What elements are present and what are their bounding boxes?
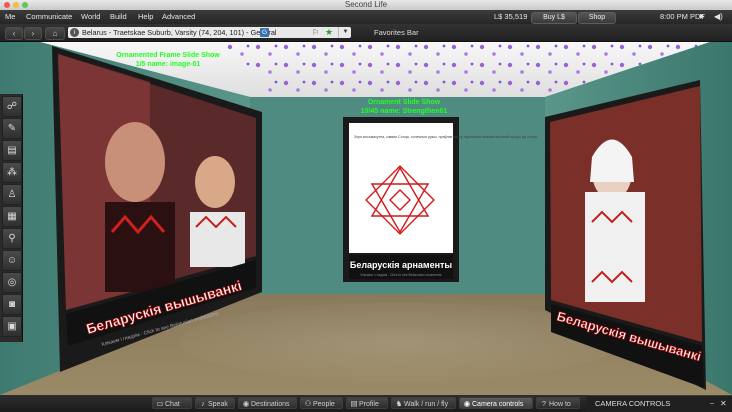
shop-button[interactable]: Shop xyxy=(578,12,616,24)
menu-advanced[interactable]: Advanced xyxy=(162,10,195,24)
location-text[interactable]: Belarus - Traetskae Suburb, Varsity (74,… xyxy=(82,27,277,38)
info-icon[interactable]: i xyxy=(70,28,79,37)
people-icon: ⚇ xyxy=(304,399,312,408)
clock: 8:00 PM PDT xyxy=(660,12,706,21)
notice-icon[interactable]: ▣ xyxy=(2,316,22,337)
left-toolbar: ☍ ✎ ▤ ⁂ ♙ ▦ ⚲ ☺ ◎ ◙ ▣ xyxy=(0,94,23,342)
close-panel-icon[interactable]: ✕ xyxy=(720,396,727,412)
zoom-window-icon[interactable] xyxy=(22,2,28,8)
snapshot-icon[interactable]: ◙ xyxy=(2,294,22,315)
center-panel-text: Зоря восьмикутна, сімвал Сонца, сонечныя… xyxy=(354,135,538,139)
walk-run-fly-button[interactable]: ♞ Walk / run / fly xyxy=(391,397,456,409)
camera-controls-button[interactable]: ◉ Camera controls xyxy=(459,397,533,409)
hover-text-center-title: Ornament Slide Show xyxy=(368,99,441,106)
map-icon[interactable]: ▤ xyxy=(2,140,22,161)
hover-text-left-sub: 1/5 name: image-01 xyxy=(136,61,201,68)
world-viewport[interactable]: Беларускія вышыванкі Клікаем і глядзім -… xyxy=(0,42,732,395)
gesture-icon[interactable]: ☍ xyxy=(2,96,22,117)
pin-icon[interactable]: ✎ xyxy=(2,118,22,139)
close-window-icon[interactable] xyxy=(4,2,10,8)
eye-icon: ◉ xyxy=(463,399,471,408)
hover-text-center-sub: 10/45 name: Strengthen01 xyxy=(361,108,448,115)
menu-build[interactable]: Build xyxy=(110,10,127,24)
location-input[interactable]: i Belarus - Traetskae Suburb, Varsity (7… xyxy=(68,27,351,38)
camera-controls-panel: CAMERA CONTROLS – ✕ xyxy=(587,395,732,412)
microphone-icon: ♪ xyxy=(201,399,205,408)
question-icon: ? xyxy=(541,399,547,408)
balance-display[interactable]: L$ 35,519 xyxy=(494,10,527,24)
chat-bubble-icon: ▭ xyxy=(156,399,164,408)
menu-world[interactable]: World xyxy=(81,10,100,24)
profile-button[interactable]: ▤Profile xyxy=(346,397,388,409)
navigation-bar: ‹ › ⌂ i Belarus - Traetskae Suburb, Vars… xyxy=(0,24,732,42)
map-pin-icon: ◉ xyxy=(242,399,250,408)
walking-person-icon: ♞ xyxy=(395,399,403,408)
window-title: Second Life xyxy=(344,0,388,9)
maturity-badge: G xyxy=(260,28,269,37)
menu-communicate[interactable]: Communicate xyxy=(26,10,72,24)
minimize-window-icon[interactable] xyxy=(13,2,19,8)
footprints-icon[interactable]: ⁂ xyxy=(2,162,22,183)
center-panel-caption: Беларускія арнаменты xyxy=(350,260,453,270)
appearance-icon[interactable]: ♙ xyxy=(2,184,22,205)
back-arrow-icon[interactable]: ‹ xyxy=(5,27,23,40)
radar-icon[interactable]: ◎ xyxy=(2,272,22,293)
people-button[interactable]: ⚇ People xyxy=(300,397,343,409)
menu-help[interactable]: Help xyxy=(138,10,153,24)
favorites-bar-label: Favorites Bar xyxy=(374,28,419,37)
home-icon[interactable]: ⌂ xyxy=(45,27,65,40)
id-card-icon: ▤ xyxy=(350,399,358,408)
minimize-panel-icon[interactable]: – xyxy=(710,396,714,412)
speak-button[interactable]: ♪ Speak xyxy=(195,397,235,409)
forward-arrow-icon[interactable]: › xyxy=(24,27,42,40)
center-panel-subcaption: Клікаем і глядзім - Click to see Belarus… xyxy=(360,273,441,277)
destinations-button[interactable]: ◉ Destinations xyxy=(238,397,297,409)
parcel-flags-icon[interactable]: ⚐ xyxy=(312,27,319,38)
avatar-icon[interactable]: ☺ xyxy=(2,250,22,271)
media-play-icon[interactable]: ▶ xyxy=(700,10,705,24)
hover-text-left-title: Ornamented Frame Slide Show xyxy=(116,52,220,59)
window-title-bar: Second Life xyxy=(0,0,732,10)
camera-controls-title: CAMERA CONTROLS xyxy=(595,399,671,408)
how-to-button[interactable]: ? How to xyxy=(536,397,580,409)
menu-me[interactable]: Me xyxy=(5,10,15,24)
menu-bar: Me Communicate World Build Help Advanced… xyxy=(0,10,732,24)
favorite-star-icon[interactable]: ★ xyxy=(325,27,333,38)
inventory-icon[interactable]: ▦ xyxy=(2,206,22,227)
location-dropdown-icon[interactable]: ▼ xyxy=(338,27,352,38)
search-icon[interactable]: ⚲ xyxy=(2,228,22,249)
buy-currency-button[interactable]: Buy L$ xyxy=(531,12,577,24)
chat-button[interactable]: ▭Chat xyxy=(152,397,192,409)
volume-icon[interactable]: ◀) xyxy=(714,10,723,24)
